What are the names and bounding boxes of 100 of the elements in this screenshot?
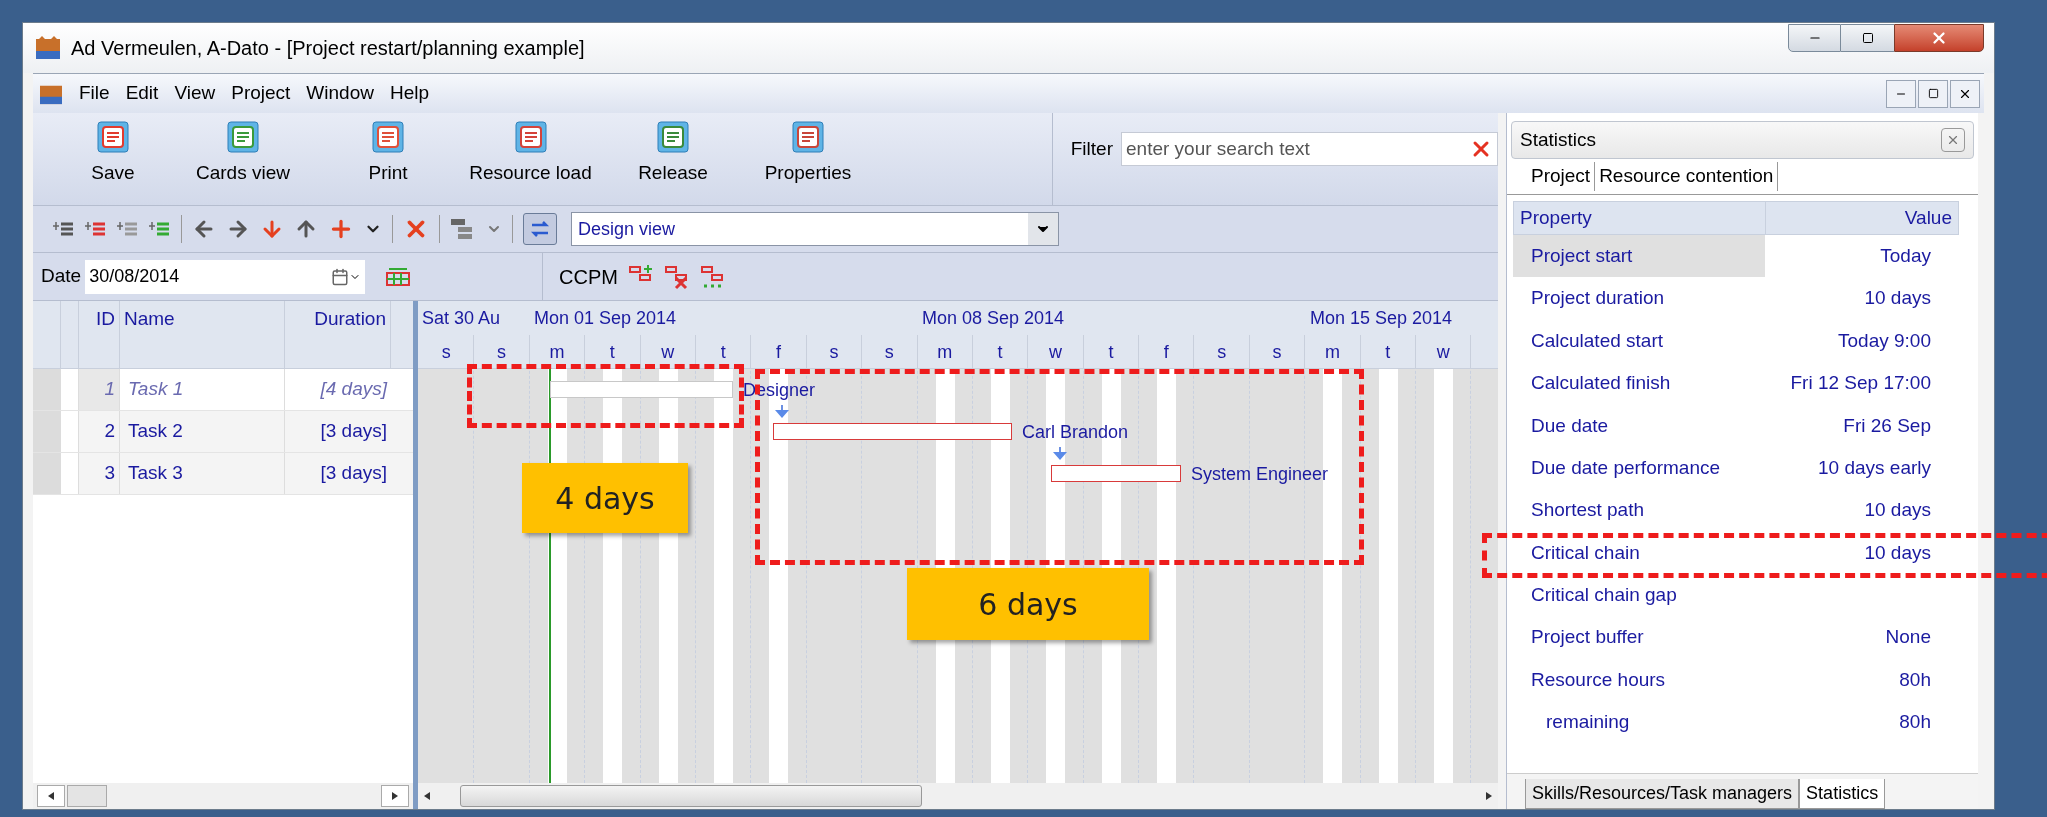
column-header[interactable]: Property [1514, 202, 1766, 234]
day-label: s [1194, 335, 1250, 369]
toolbar-button[interactable]: Release [608, 121, 738, 188]
menu-item[interactable]: Window [306, 79, 374, 108]
day-label: s [806, 335, 863, 369]
week-label: Mon 08 Sep 2014 [922, 307, 1065, 330]
panel-title: Statistics [1520, 127, 1597, 152]
chain-remove-icon[interactable] [663, 263, 690, 290]
indent-icon[interactable] [149, 220, 171, 238]
id-cell: 2 [79, 411, 120, 452]
scroll-left-icon[interactable] [424, 792, 430, 800]
release-icon [657, 121, 689, 153]
column-header[interactable]: Name [124, 305, 175, 368]
value-cell-text: None [1885, 625, 1931, 650]
menu-item[interactable]: Help [389, 79, 429, 108]
close-icon [1946, 133, 1960, 147]
scroll-left-button[interactable] [37, 785, 65, 807]
menu-item[interactable]: Project [231, 79, 291, 108]
property-cell-text: Critical chain [1530, 540, 1641, 565]
scrollbar-thumb[interactable] [67, 785, 107, 807]
name-cell: Task 2 [120, 411, 285, 452]
row-header-cell[interactable] [33, 453, 61, 494]
value-cell-text: Today 9:00 [1838, 328, 1931, 353]
column-header[interactable]: ID [96, 305, 115, 368]
day-label: s [474, 335, 530, 369]
window-title: Ad Vermeulen, A-Dato - [Project restart/planning example] [71, 36, 585, 61]
chain-buffer-icon[interactable] [699, 263, 726, 290]
calendar-grid-icon[interactable] [385, 266, 412, 287]
id-cell: 1 [79, 369, 120, 410]
value-cell-text: 10 days [1864, 540, 1931, 565]
duration-cell-text: [3 days] [319, 461, 388, 486]
search-field[interactable]: enter your search text [1121, 132, 1498, 166]
property-cell-text: Project buffer [1530, 625, 1645, 650]
property-cell-text: Due date [1530, 413, 1610, 438]
day-label: w [640, 335, 696, 369]
day-label: t [585, 335, 641, 369]
task-bar[interactable] [773, 423, 1012, 440]
day-label: m [1305, 335, 1361, 369]
property-cell: Project start [1513, 235, 1765, 278]
swap-icon [530, 220, 550, 238]
callout-label: 4 days [522, 463, 688, 533]
value-cell-text: Fri 12 Sep 17:00 [1790, 371, 1931, 396]
bottom-tab[interactable]: Skills/Resources/Task managers [1525, 779, 1800, 809]
calendar-icon[interactable] [331, 267, 350, 286]
outdent-icon[interactable] [117, 220, 139, 238]
column-header[interactable]: Value [1766, 202, 1958, 234]
value-cell-text: 80h [1899, 710, 1931, 735]
day-label: s [419, 335, 475, 369]
row-header-cell[interactable] [33, 411, 61, 452]
scroll-right-icon[interactable] [1486, 792, 1492, 800]
resource-label: System Engineer [1191, 463, 1329, 486]
value-cell-text: Today [1880, 243, 1931, 268]
insert-row-icon[interactable] [85, 220, 107, 238]
property-cell-text: Critical chain gap [1530, 583, 1678, 608]
column-header[interactable]: Duration [314, 305, 386, 368]
toolbar-button[interactable]: Resource load [453, 121, 608, 188]
week-label: Mon 01 Sep 2014 [534, 307, 677, 330]
value-cell-text: 10 days early [1818, 455, 1931, 480]
task-bar[interactable] [1051, 465, 1181, 482]
menu-item[interactable]: File [79, 79, 110, 108]
close-icon [1930, 29, 1948, 47]
toolbar-button[interactable]: Cards view [163, 121, 323, 188]
view-dropdown[interactable]: Design view [571, 212, 1059, 246]
day-label: s [1249, 335, 1306, 369]
maximize-button[interactable] [1841, 24, 1894, 52]
right-triangle-icon [392, 792, 398, 800]
save-icon [97, 121, 129, 153]
restore-icon [1927, 88, 1939, 99]
day-label: w [1028, 335, 1084, 369]
callout-label: 6 days [907, 568, 1149, 640]
restore-button[interactable] [1918, 79, 1948, 108]
close-button[interactable] [1894, 24, 1984, 52]
filter-label: Filter [1070, 136, 1113, 161]
menu-item[interactable]: Edit [125, 79, 159, 108]
row-header-cell[interactable] [33, 369, 61, 410]
property-cell-text: remaining [1545, 710, 1631, 735]
property-cell-text: Shortest path [1530, 498, 1646, 523]
property-cell-text: Resource hours [1530, 667, 1667, 692]
close-panel-button[interactable] [1941, 128, 1965, 152]
date-field[interactable]: 30/08/2014 [85, 259, 366, 294]
add-row-icon[interactable] [53, 220, 75, 238]
panel-tab[interactable]: Project [1527, 162, 1596, 191]
panel-tab[interactable]: Resource contention [1595, 162, 1779, 191]
day-label: t [1083, 335, 1140, 369]
scroll-right-button[interactable] [381, 785, 409, 807]
cat-logo-icon [35, 36, 61, 60]
day-label: t [1360, 335, 1417, 369]
menu-item[interactable]: View [174, 79, 216, 108]
day-label: m [917, 335, 973, 369]
bottom-tab[interactable]: Statistics [1799, 779, 1886, 809]
day-label: t [972, 335, 1029, 369]
toolbar-button[interactable]: Properties [738, 121, 878, 188]
value-cell-text: 10 days [1864, 498, 1931, 523]
toggle-view-button[interactable] [523, 213, 557, 245]
day-label: s [862, 335, 918, 369]
duration-cell-text: [3 days] [319, 419, 388, 444]
property-cell-text: Calculated finish [1530, 371, 1672, 396]
toolbar-button[interactable]: Save [63, 121, 163, 188]
toolbar-button[interactable]: Print [323, 121, 453, 188]
scrollbar-thumb[interactable] [460, 785, 922, 807]
